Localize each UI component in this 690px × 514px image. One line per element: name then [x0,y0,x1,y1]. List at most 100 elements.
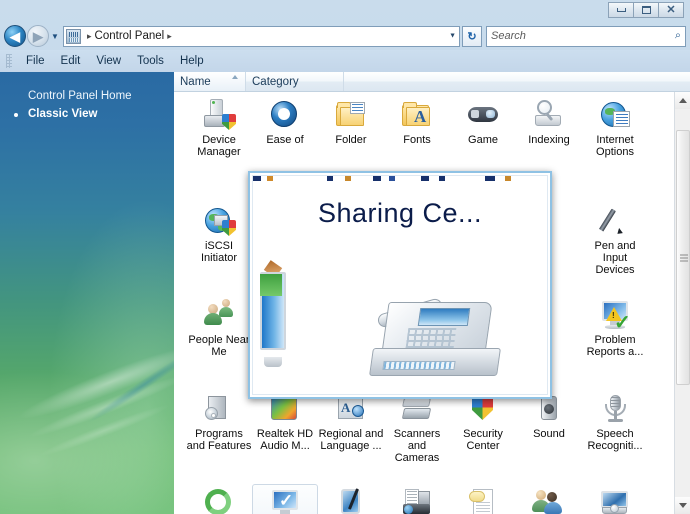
search-input[interactable]: Search [491,30,526,42]
grid-item-user-accounts[interactable]: User [516,486,582,514]
column-header-category[interactable]: Category [246,72,344,91]
grid-item-realtek-hd-audio[interactable]: Realtek HD Audio M... [252,392,318,452]
search-box[interactable]: Search ⌕ [486,25,686,47]
magnified-partial-monitor-icon [256,260,286,367]
grid-item-security-center[interactable]: Security Center [450,392,516,452]
search-icon: ⌕ [674,29,681,42]
grid-item-label: Folder [335,134,367,146]
grid-item-label: People Near Me [188,334,250,358]
grid-item-scanners-cameras[interactable]: Scanners and Cameras [384,392,450,464]
ease-of-access-icon [268,98,302,132]
menu-item-help[interactable]: Help [172,54,212,68]
triangle-down-icon [679,503,687,508]
address-dropdown-icon[interactable]: ▼ [449,33,456,40]
control-panel-icon [66,28,81,44]
forward-arrow-icon: ▶ [33,28,43,44]
address-bar: ◀ ▶ ▼ ▸ Control Panel ▸ ▼ ↻ Search ⌕ [0,22,690,50]
grid-item-ease-of-access[interactable]: Ease of [252,98,318,146]
speech-recognition-icon [598,392,632,426]
minimize-button[interactable] [608,2,634,18]
column-header-row: Name Category [174,72,690,92]
menu-item-edit[interactable]: Edit [53,54,89,68]
column-header-filler [344,72,690,91]
grid-item-internet-options[interactable]: Internet Options [582,98,648,158]
menu-gripper-icon[interactable] [6,54,12,68]
sidebar-item-classic-view[interactable]: Classic View [28,108,97,120]
grid-item-label: Realtek HD Audio M... [256,428,314,452]
internet-options-icon [598,98,632,132]
maximize-button[interactable] [633,2,659,18]
menu-item-file[interactable]: File [18,54,53,68]
grid-item-label: Programs and Features [186,428,252,452]
scrollbar-thumb[interactable] [676,130,690,385]
grid-item-label: Sound [533,428,565,440]
aurora-decoration-2 [35,278,174,490]
scroll-down-button[interactable] [675,497,690,514]
forward-button[interactable]: ▶ [27,25,49,47]
people-near-me-icon [202,298,236,332]
maximize-icon [641,6,651,14]
recent-pages-dropdown[interactable]: ▼ [49,32,61,41]
grid-item-sync-center[interactable]: Sync Center [186,486,252,514]
breadcrumb-address-field[interactable]: ▸ Control Panel ▸ ▼ [63,25,460,47]
view-32bit-icon [598,486,632,514]
vertical-scrollbar[interactable] [674,92,690,514]
grid-item-speech-recognition[interactable]: Speech Recogniti... [582,392,648,452]
magnified-pixel-strip [253,176,547,181]
control-panel-window: ✕ ◀ ▶ ▼ ▸ Control Panel ▸ ▼ ↻ Search ⌕ F… [0,0,690,514]
grid-item-tablet-pc[interactable]: Tablet PC [318,486,384,514]
grid-item-folder-options[interactable]: Folder [318,98,384,146]
grid-item-view-32bit[interactable]: View 32-bit [582,486,648,514]
grid-item-label: Speech Recogniti... [587,428,643,452]
grid-item-label: Game [468,134,498,146]
grid-item-device-manager[interactable]: Device Manager [186,98,252,158]
menu-item-view[interactable]: View [88,54,129,68]
grid-item-label: Device Manager [197,134,241,158]
grid-item-label: Problem Reports a... [586,334,644,358]
grid-item-indexing-options[interactable]: Indexing [516,98,582,146]
task-pane-sidebar: Control Panel Home Classic View [0,72,174,514]
grid-item-regional-language[interactable]: A Regional and Language ... [318,392,384,452]
refresh-icon: ↻ [467,30,477,43]
menu-bar: File Edit View Tools Help [0,50,690,72]
back-button[interactable]: ◀ [4,25,26,47]
fax-machine-icon [369,284,501,376]
column-header-name[interactable]: Name [174,72,246,91]
breadcrumb-separator-icon: ▸ [87,30,92,41]
grid-item-label: Pen and Input Devices [594,240,636,276]
problem-reports-icon: ✓ [598,298,632,333]
system-icon: ✓ [268,487,302,514]
grid-item-sound[interactable]: Sound [516,392,582,440]
menu-item-tools[interactable]: Tools [129,54,172,68]
grid-item-label: Indexing [528,134,570,146]
grid-item-label: Ease of [266,134,304,146]
grid-item-problem-reports[interactable]: ✓ Problem Reports a... [582,298,648,358]
grid-item-game-controllers[interactable]: Game [450,98,516,146]
grid-item-fonts[interactable]: A Fonts [384,98,450,146]
refresh-button[interactable]: ↻ [462,25,482,47]
grid-item-taskbar-start-menu[interactable]: Taskbar and [384,486,450,514]
back-arrow-icon: ◀ [10,28,20,44]
scroll-up-button[interactable] [675,92,690,109]
magnifier-popup[interactable]: Sharing Ce... [248,171,552,399]
close-button[interactable]: ✕ [658,2,684,18]
grid-item-pen-input-devices[interactable]: Pen and Input Devices [582,204,648,276]
grid-item-label: Regional and Language ... [318,428,384,452]
grid-item-iscsi-initiator[interactable]: iSCSI Initiator [186,204,252,264]
grid-item-label: iSCSI Initiator [200,240,238,264]
breadcrumb-separator-trailing-icon[interactable]: ▸ [164,31,175,42]
window-controls: ✕ [608,2,684,18]
breadcrumb-control-panel[interactable]: Control Panel [95,30,165,42]
scrollbar-grip-icon [680,254,688,261]
grid-item-text-to-speech[interactable]: Text to [450,486,516,514]
grid-item-programs-and-features[interactable]: Programs and Features [186,392,252,452]
tablet-pc-icon [334,486,368,514]
sidebar-item-control-panel-home[interactable]: Control Panel Home [28,90,132,102]
grid-item-system[interactable]: ✓ System [252,484,318,514]
aurora-decoration [0,264,174,514]
triangle-up-icon [679,98,687,103]
magnifier-title-text: Sharing Ce... [317,198,483,228]
grid-item-people-near-me[interactable]: People Near Me [186,298,252,358]
device-manager-icon [202,98,236,132]
game-controllers-icon [466,98,500,132]
